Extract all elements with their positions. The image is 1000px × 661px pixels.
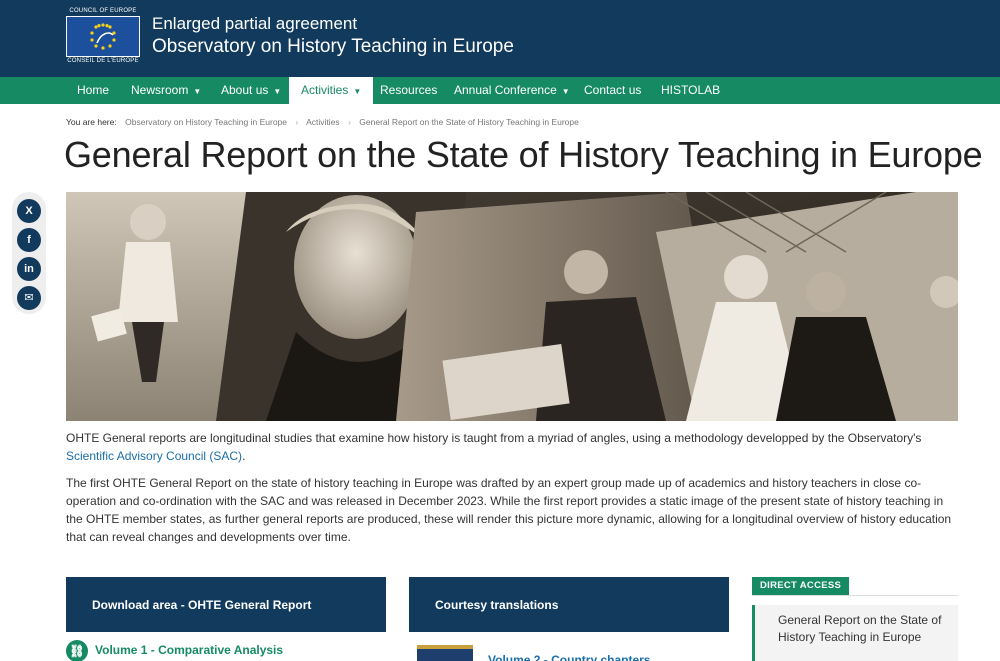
thumbnail-header-bar — [417, 645, 473, 649]
chevron-down-icon: ▼ — [193, 87, 202, 96]
breadcrumb-separator: › — [348, 117, 351, 127]
nav-item-about-us[interactable]: About us ▼ — [221, 77, 281, 104]
site-subtitle: Enlarged partial agreement — [152, 14, 358, 33]
email-share-icon[interactable]: ✉ — [17, 286, 41, 310]
intro-paragraph: OHTE General reports are longitudinal st… — [66, 431, 922, 463]
breadcrumb-lead: You are here: — [66, 117, 117, 127]
chevron-down-icon: ▼ — [273, 87, 282, 96]
nav-item-activities[interactable]: Activities ▼ — [289, 77, 374, 104]
direct-access-divider — [752, 595, 958, 596]
council-of-europe-logo[interactable]: COUNCIL OF EUROPE CONSEIL DE L'EUROPE — [66, 8, 140, 66]
chevron-down-icon: ▼ — [561, 87, 570, 96]
logo-text-bottom: CONSEIL DE L'EUROPE — [67, 58, 139, 64]
linkedin-share-icon[interactable]: in — [17, 257, 41, 281]
nav-item-histolab[interactable]: HISTOLAB — [661, 77, 720, 104]
download-area-title: Download area - OHTE General Report — [92, 598, 312, 612]
nav-item-resources[interactable]: Resources — [380, 77, 437, 104]
report-cover-thumbnail[interactable] — [417, 645, 473, 661]
nav-item-newsroom[interactable]: Newsroom ▼ — [131, 77, 201, 104]
x-share-icon[interactable]: X — [17, 199, 41, 223]
breadcrumb-item[interactable]: Observatory on History Teaching in Europ… — [125, 117, 287, 127]
nav-item-contact-us[interactable]: Contact us — [584, 77, 641, 104]
site-header: COUNCIL OF EUROPE CONSEIL DE L'EUROPE En… — [0, 0, 1000, 77]
courtesy-translations-card: Courtesy translations — [409, 577, 729, 632]
volume-1-label[interactable]: Volume 1 - Comparative Analysis — [95, 643, 283, 657]
direct-access-item-label[interactable]: General Report on the State of History T… — [778, 612, 956, 646]
breadcrumb-separator: › — [295, 117, 299, 127]
breadcrumb: You are here: Observatory on History Tea… — [66, 117, 579, 127]
social-share-bar: X f in ✉ — [12, 192, 46, 314]
breadcrumb-item-current: General Report on the State of History T… — [359, 117, 579, 127]
facebook-share-icon[interactable]: f — [17, 228, 41, 252]
site-title[interactable]: Observatory on History Teaching in Europ… — [152, 36, 514, 58]
volume-2-link[interactable]: Volume 2 - Country chapters — [488, 653, 650, 661]
chevron-down-icon: ▼ — [353, 87, 362, 96]
direct-access-tag: DIRECT ACCESS — [752, 577, 850, 595]
nav-item-annual-conference[interactable]: Annual Conference ▼ — [454, 77, 570, 104]
page-title: General Report on the State of History T… — [64, 134, 983, 175]
report-description-paragraph: The first OHTE General Report on the sta… — [66, 476, 952, 544]
breadcrumb-item[interactable]: Activities — [306, 117, 340, 127]
nav-item-home[interactable]: Home — [77, 77, 109, 104]
main-navigation: Home Newsroom ▼ About us ▼ Activities ▼ Res… — [0, 77, 1000, 104]
courtesy-translations-title: Courtesy translations — [435, 598, 559, 612]
sac-link[interactable]: Scientific Advisory Council (SAC) — [66, 449, 242, 463]
logo-text-top: COUNCIL OF EUROPE — [69, 8, 137, 14]
link-icon: ⛓ — [66, 640, 88, 661]
direct-access-item[interactable]: General Report on the State of History T… — [752, 605, 958, 661]
eu-stars-flag-icon — [66, 16, 140, 57]
download-area-card: Download area - OHTE General Report — [66, 577, 386, 632]
hero-image-old-photographs — [66, 192, 958, 421]
